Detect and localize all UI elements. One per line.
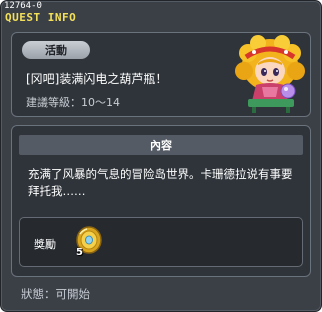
- quest-info-window: 12764-0 QUEST INFO 活動 [冈吧]装满闪电之葫芦瓶！ 建議等級…: [0, 0, 322, 312]
- reward-panel: 獎勵 5: [19, 217, 303, 267]
- level-requirement: 建議等級：10～14: [26, 96, 120, 109]
- quest-description: 充满了风暴的气息的冒险岛世界。卡珊德拉说有事要拜托我……: [28, 167, 293, 198]
- quest-status: 狀態：可開始: [21, 287, 90, 301]
- quest-id: 12764-0: [4, 1, 42, 11]
- reward-count: 5: [76, 247, 83, 258]
- quest-category-badge: 活動: [22, 41, 90, 59]
- quest-detail-panel: 內容 充满了风暴的气息的冒险岛世界。卡珊德拉说有事要拜托我…… 獎勵 5: [11, 125, 311, 277]
- window-title: QUEST INFO: [5, 11, 77, 24]
- quest-summary-panel: 活動 [冈吧]装满闪电之葫芦瓶！ 建議等級：10～14: [11, 32, 311, 117]
- npc-portrait-icon: [235, 35, 305, 113]
- reward-label: 獎勵: [34, 238, 56, 251]
- content-header: 內容: [19, 135, 303, 155]
- quest-title: [冈吧]装满闪电之葫芦瓶！: [26, 72, 168, 86]
